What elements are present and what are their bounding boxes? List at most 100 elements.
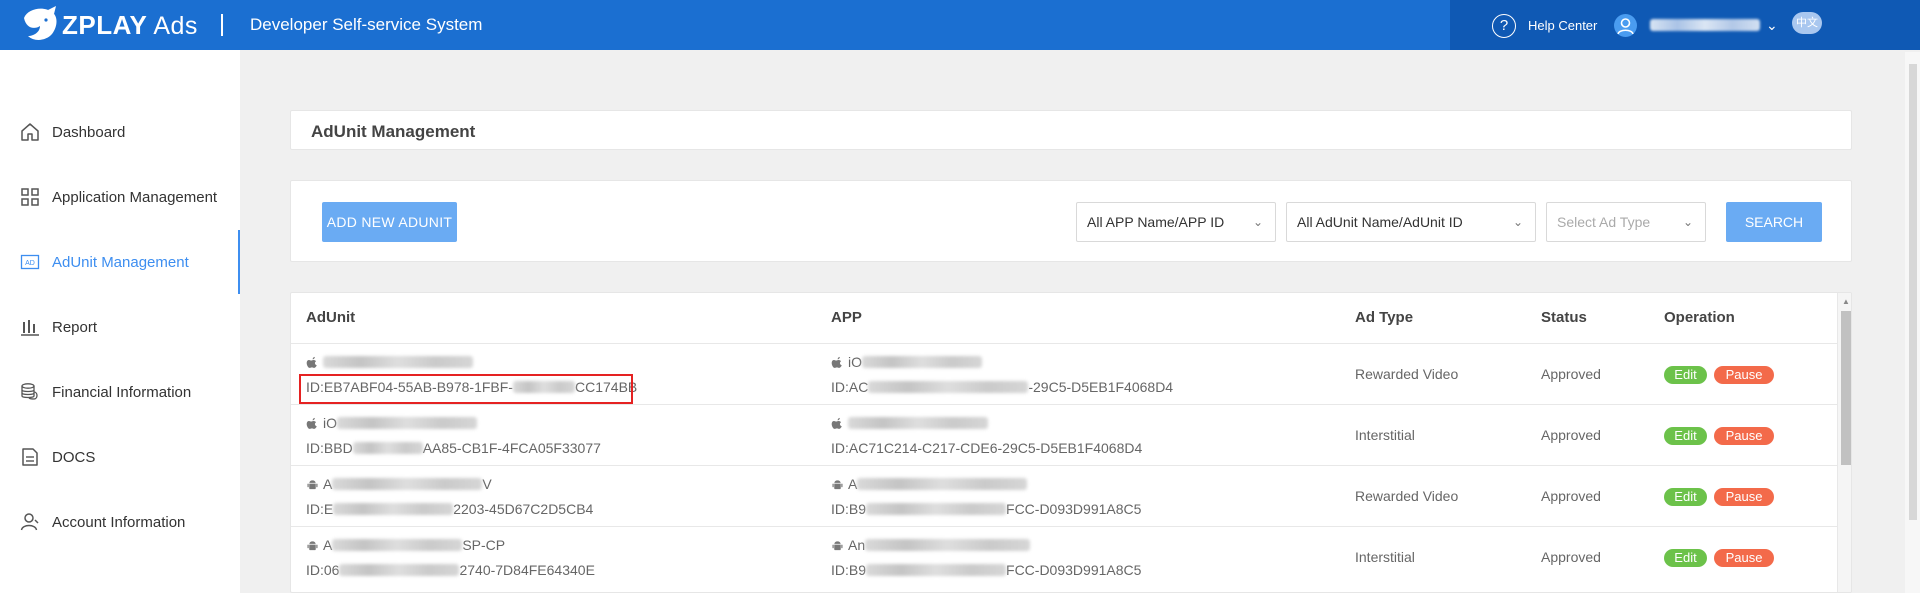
app-id: ID:B9 FCC-D093D991A8C5 bbox=[831, 562, 1142, 578]
sidebar: Dashboard Application Management AD AdUn… bbox=[0, 50, 240, 593]
filter-panel: ADD NEW ADUNIT All APP Name/APP ID ⌄ All… bbox=[290, 180, 1852, 262]
adunit-id: ID:06 2740-7D84FE64340E bbox=[306, 562, 595, 578]
sidebar-item-report[interactable]: Report bbox=[0, 307, 240, 347]
table-row[interactable]: ID:EB7ABF04-55AB-B978-1FBF- CC174BB iO ID… bbox=[291, 343, 1837, 404]
ad-type: Rewarded Video bbox=[1355, 488, 1459, 504]
table-row[interactable]: iO ID:BBD AA85-CB1F-4FCA05F33077 ID:AC71C… bbox=[291, 404, 1837, 465]
ad-type: Interstitial bbox=[1355, 549, 1415, 565]
redacted-text bbox=[352, 442, 423, 454]
edit-button[interactable]: Edit bbox=[1664, 427, 1707, 445]
add-new-adunit-button[interactable]: ADD NEW ADUNIT bbox=[322, 202, 457, 242]
sidebar-item-docs[interactable]: DOCS bbox=[0, 437, 240, 477]
page-scroll-thumb[interactable] bbox=[1909, 64, 1917, 520]
redacted-text bbox=[333, 503, 454, 515]
app-name: iO bbox=[831, 354, 982, 370]
sidebar-item-adunit-management[interactable]: AD AdUnit Management bbox=[0, 230, 240, 294]
table-row[interactable]: AV ID:E 2203-45D67C2D5CB4 A ID:B9 FCC-D093… bbox=[291, 465, 1837, 526]
home-icon bbox=[21, 123, 39, 141]
redacted-text bbox=[337, 417, 477, 429]
app-id: ID:B9 FCC-D093D991A8C5 bbox=[831, 501, 1142, 517]
document-icon bbox=[22, 448, 38, 466]
pause-button[interactable]: Pause bbox=[1714, 427, 1774, 445]
chevron-down-icon: ⌄ bbox=[1512, 215, 1523, 229]
redacted-text bbox=[866, 564, 1007, 576]
ad-type-select[interactable]: Select Ad Type ⌄ bbox=[1546, 202, 1706, 242]
redacted-text bbox=[868, 381, 1029, 393]
column-header-ad-type[interactable]: Ad Type bbox=[1355, 309, 1413, 326]
android-icon bbox=[307, 480, 318, 490]
redacted-text bbox=[332, 539, 463, 551]
system-title: Developer Self-service System bbox=[250, 15, 483, 34]
search-button[interactable]: SEARCH bbox=[1726, 202, 1822, 242]
whale-logo-icon bbox=[24, 6, 57, 40]
app-filter-select[interactable]: All APP Name/APP ID ⌄ bbox=[1076, 202, 1276, 242]
column-header-status[interactable]: Status bbox=[1541, 309, 1587, 326]
top-header: ZPLAY Ads Developer Self-service System ?… bbox=[0, 0, 1920, 50]
redacted-text bbox=[339, 564, 460, 576]
highlight-annotation bbox=[299, 374, 633, 404]
android-icon bbox=[307, 541, 318, 551]
app-id: ID:AC71C214-C217-CDE6-29C5-D5EB1F4068D4 bbox=[831, 440, 1143, 456]
coins-icon bbox=[21, 383, 38, 400]
sidebar-item-dashboard[interactable]: Dashboard bbox=[0, 112, 240, 152]
pause-button[interactable]: Pause bbox=[1714, 366, 1774, 384]
sidebar-item-application-management[interactable]: Application Management bbox=[0, 177, 240, 217]
column-header-adunit[interactable]: AdUnit bbox=[306, 309, 355, 326]
app-name bbox=[831, 415, 988, 431]
android-icon bbox=[832, 480, 843, 490]
svg-text:AD: AD bbox=[25, 260, 35, 267]
adunit-name: iO bbox=[306, 415, 477, 431]
page-scrollbar[interactable] bbox=[1905, 52, 1920, 593]
app-id: ID:AC -29C5-D5EB1F4068D4 bbox=[831, 379, 1174, 395]
status-text: Approved bbox=[1541, 488, 1601, 504]
sidebar-item-account-information[interactable]: Account Information bbox=[0, 502, 240, 542]
edit-button[interactable]: Edit bbox=[1664, 488, 1707, 506]
apple-icon bbox=[306, 356, 317, 368]
help-center-link[interactable]: Help Center bbox=[1528, 18, 1597, 33]
status-text: Approved bbox=[1541, 427, 1601, 443]
ad-type: Rewarded Video bbox=[1355, 366, 1459, 382]
grid-icon bbox=[21, 188, 39, 206]
status-text: Approved bbox=[1541, 366, 1601, 382]
column-header-operation[interactable]: Operation bbox=[1664, 309, 1735, 326]
apple-icon bbox=[306, 417, 317, 429]
zplay-ads-logo[interactable]: ZPLAY Ads bbox=[18, 4, 198, 46]
redacted-text bbox=[323, 356, 473, 368]
redacted-text bbox=[865, 539, 1031, 551]
edit-button[interactable]: Edit bbox=[1664, 366, 1707, 384]
adunit-filter-select[interactable]: All AdUnit Name/AdUnit ID ⌄ bbox=[1286, 202, 1536, 242]
username-redacted[interactable] bbox=[1650, 19, 1760, 31]
language-switch[interactable]: 中文 bbox=[1792, 12, 1822, 34]
table-scroll-thumb[interactable] bbox=[1841, 311, 1851, 465]
app-name: A bbox=[831, 476, 1028, 492]
chevron-down-icon[interactable]: ⌄ bbox=[1766, 17, 1778, 34]
avatar-icon[interactable] bbox=[1614, 14, 1637, 37]
sidebar-item-financial-information[interactable]: Financial Information bbox=[0, 372, 240, 412]
header-divider bbox=[221, 14, 223, 36]
apple-icon bbox=[831, 356, 842, 368]
adunit-name: A SP-CP bbox=[306, 537, 505, 553]
redacted-text bbox=[862, 356, 982, 368]
column-header-app[interactable]: APP bbox=[831, 309, 862, 326]
redacted-text bbox=[332, 478, 483, 490]
pause-button[interactable]: Pause bbox=[1714, 549, 1774, 567]
scroll-up-arrow-icon[interactable]: ▲ bbox=[1842, 297, 1850, 306]
apple-icon bbox=[831, 417, 842, 429]
table-row[interactable]: A SP-CP ID:06 2740-7D84FE64340E An ID:B9 FC… bbox=[291, 526, 1837, 587]
chevron-down-icon: ⌄ bbox=[1252, 215, 1263, 229]
adunit-name: AV bbox=[306, 476, 492, 492]
help-icon[interactable]: ? bbox=[1492, 14, 1516, 38]
redacted-text bbox=[848, 417, 988, 429]
page-title-panel: AdUnit Management bbox=[290, 110, 1852, 150]
chevron-down-icon: ⌄ bbox=[1682, 215, 1693, 229]
adunit-table: AdUnit APP Ad Type Status Operation ID:E… bbox=[290, 292, 1852, 593]
edit-button[interactable]: Edit bbox=[1664, 549, 1707, 567]
brand-name: ZPLAY Ads bbox=[62, 9, 198, 40]
adunit-id: ID:BBD AA85-CB1F-4FCA05F33077 bbox=[306, 440, 601, 456]
redacted-text bbox=[857, 478, 1028, 490]
app-name: An bbox=[831, 537, 1031, 553]
table-scrollbar[interactable]: ▲ bbox=[1837, 293, 1851, 592]
user-icon bbox=[20, 513, 39, 531]
pause-button[interactable]: Pause bbox=[1714, 488, 1774, 506]
android-icon bbox=[832, 541, 843, 551]
